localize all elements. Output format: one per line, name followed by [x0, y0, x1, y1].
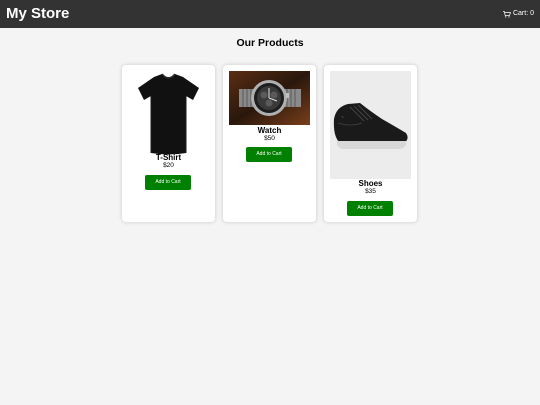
tshirt-image: [128, 71, 209, 156]
shoes-image: ~: [330, 71, 411, 179]
product-card: T-Shirt $20 Add to Cart: [122, 65, 215, 222]
product-price: $50: [264, 135, 275, 142]
svg-text:~: ~: [341, 115, 344, 121]
top-navbar: My Store Cart: 0: [0, 0, 540, 28]
watch-image: [229, 71, 310, 125]
page-title: Our Products: [236, 37, 304, 49]
add-to-cart-button[interactable]: Add to Cart: [246, 147, 292, 162]
product-price: $20: [163, 162, 174, 169]
cart-indicator[interactable]: Cart: 0: [502, 8, 534, 20]
store-logo-title[interactable]: My Store: [6, 4, 69, 24]
product-price: $35: [365, 188, 376, 195]
product-card: Watch $50 Add to Cart: [223, 65, 316, 222]
cart-count-label: Cart: 0: [512, 10, 534, 17]
product-card: ~ Shoes $35 Add to Cart: [324, 65, 417, 222]
add-to-cart-button[interactable]: Add to Cart: [145, 175, 191, 190]
add-to-cart-button[interactable]: Add to Cart: [347, 201, 393, 216]
shopping-cart-icon: [502, 10, 511, 18]
